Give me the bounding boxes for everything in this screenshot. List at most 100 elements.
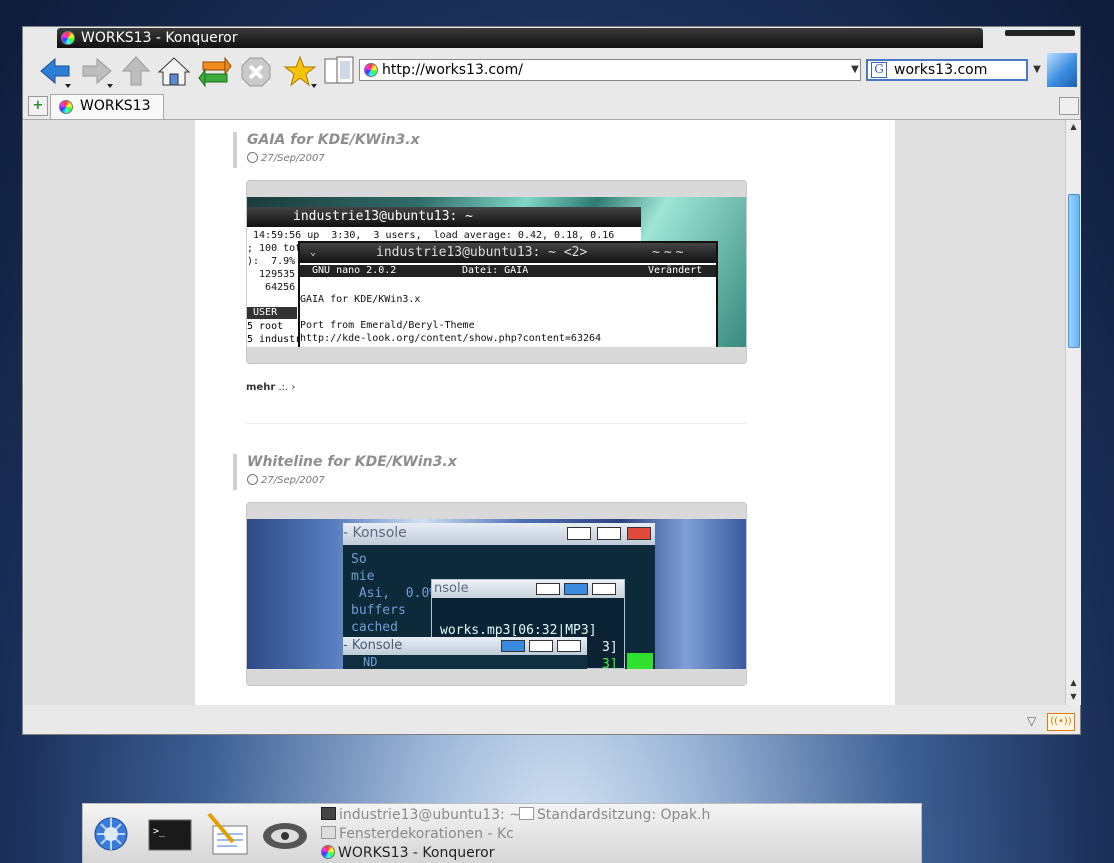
taskbar-item-active[interactable]: WORKS13 - Konqueror [321,845,495,861]
post-screenshot-frame: industrie13@ubuntu13: ~ 14:59:56 up 3:30… [246,180,747,364]
nano-version: GNU nano 2.0.2 [312,265,397,276]
taskbar-item-label: Standardsitzung: Opak.h [537,807,711,823]
term-line: 3] [602,657,618,669]
konsole-3-titlebar: - Konsole [343,637,587,655]
terminal-window-2: ⌄ industrie13@ubuntu13: ~ <2> ∼∼∼ GNU nano… [298,241,718,347]
url-text[interactable]: http://works13.com/ [382,60,523,80]
terminal-1-title: industrie13@ubuntu13: ~ [293,209,474,224]
post-title[interactable]: GAIA for KDE/KWin3.x [247,132,420,148]
scroll-up-icon[interactable]: ▲ [1066,676,1081,690]
term-line: 5 industr [247,334,302,345]
tab-bar: + WORKS13 [23,93,1080,120]
post-screenshot-frame: - Konsole So mie Asi, 0.0%st buffers cached… [246,502,747,686]
web-viewport: GAIA for KDE/KWin3.x 27/Sep/2007 industr… [24,120,1065,705]
forward-arrow-icon[interactable] [79,55,113,88]
term-user-col: USER [247,307,297,319]
post-date-text: 27/Sep/2007 [261,153,325,164]
filter-icon[interactable]: ▽ [1027,715,1041,727]
konqueror-window: WORKS13 - Konqueror http://works13.com/ … [22,26,1081,735]
post-screenshot[interactable]: - Konsole So mie Asi, 0.0%st buffers cached… [247,519,746,669]
terminal-icon[interactable]: >_ [147,810,195,858]
taskbar-item-label: WORKS13 - Konqueror [338,845,495,861]
nano-file: Datei: GAIA [462,265,529,276]
url-dropdown-icon[interactable]: ▼ [848,59,862,81]
nano-line: http://kde-look.org/content/show.php?con… [300,333,602,344]
settings-task-icon [321,826,336,839]
clock-icon [247,474,258,485]
post-screenshot[interactable]: industrie13@ubuntu13: ~ 14:59:56 up 3:30… [247,197,746,347]
read-more-link[interactable]: mehr .:. › [246,382,295,393]
terminal-task-icon [321,807,336,820]
status-bar: ▽ ((•)) [23,707,1080,734]
read-more-label[interactable]: mehr [246,382,275,393]
tab-works13[interactable]: WORKS13 [50,94,164,119]
site-favicon [364,63,378,77]
konsole-green-bar [627,653,653,669]
post-date: 27/Sep/2007 [247,152,325,164]
clock-icon [247,152,258,163]
scroll-up-icon[interactable]: ▲ [1066,120,1081,134]
term-line: 5 root [247,321,284,332]
search-input[interactable]: G works13.com [866,59,1028,81]
post-accent-bar [233,132,237,168]
terminal-1-titlebar: industrie13@ubuntu13: ~ [247,207,641,227]
tab-label: WORKS13 [80,98,151,114]
nano-line: GAIA for KDE/KWin3.x [300,294,421,305]
text-editor-icon[interactable] [203,810,251,858]
rss-feed-icon[interactable]: ((•)) [1047,713,1075,731]
bookmark-star-icon[interactable] [283,55,317,88]
home-icon[interactable] [157,55,191,87]
term-line: 3] [602,640,618,655]
konsole-2-titlebar: nsole [432,580,624,598]
page-content: GAIA for KDE/KWin3.x 27/Sep/2007 industr… [195,120,895,705]
post-accent-bar [233,454,237,490]
nano-line: Port from Emerald/Beryl-Theme [300,320,475,331]
sidebar-toggle-icon[interactable] [323,55,355,87]
taskbar-item[interactable]: Fensterdekorationen - Kc [321,826,514,842]
konsole-1-titlebar: - Konsole [343,523,655,545]
taskbar-item[interactable]: Standardsitzung: Opak.h [519,807,710,823]
kde-panel: >_ industrie13@ubuntu13: ~ Standardsitzu… [82,803,922,863]
search-dropdown-icon[interactable]: ▼ [1030,59,1044,81]
window-titlebar[interactable]: WORKS13 - Konqueror [57,28,983,48]
konqueror-icon [61,31,75,45]
post-divider [246,423,747,424]
post-date-text: 27/Sep/2007 [261,475,325,486]
window-title: WORKS13 - Konqueror [81,30,238,46]
kde-throbber-icon [1047,53,1077,87]
konsole-3-title: - Konsole [343,638,403,653]
main-toolbar: http://works13.com/ ▼ G works13.com ▼ [23,51,1080,91]
konsole-window-3: - Konsole ND [343,637,587,669]
reload-icon[interactable] [198,55,232,88]
read-more-suffix: .:. › [275,382,296,393]
taskbar-item-label: Fensterdekorationen - Kc [339,826,514,842]
terminal-2-title: industrie13@ubuntu13: ~ <2> [376,245,588,260]
close-tab-icon[interactable] [1059,97,1079,115]
scroll-down-icon[interactable]: ▼ [1066,690,1081,704]
post-title[interactable]: Whiteline for KDE/KWin3.x [247,454,457,470]
editor-task-icon [519,807,534,820]
search-text[interactable]: works13.com [894,61,987,79]
vertical-scrollbar[interactable]: ▲ ▲ ▼ [1065,120,1081,705]
konsole-1-title: - Konsole [343,525,407,541]
post-date: 27/Sep/2007 [247,474,325,486]
kde-menu-icon[interactable] [87,810,135,858]
search-engine-icon[interactable]: G [871,62,887,78]
stop-icon[interactable] [239,55,273,87]
window-controls[interactable] [1005,30,1075,36]
new-tab-icon[interactable]: + [28,96,48,116]
taskbar-item[interactable]: industrie13@ubuntu13: ~ [321,807,521,823]
up-arrow-icon[interactable] [119,55,153,87]
taskbar-item-label: industrie13@ubuntu13: ~ [339,807,521,823]
konsole-2-title: nsole [434,581,469,596]
konqueror-task-icon [321,845,335,859]
terminal-2-titlebar: ⌄ industrie13@ubuntu13: ~ <2> ∼∼∼ [300,243,716,263]
svg-text:>_: >_ [153,826,166,837]
nano-status: Verändert [648,265,703,276]
url-bar[interactable]: http://works13.com/ [359,59,861,81]
kontact-icon[interactable] [261,810,309,858]
nano-header: GNU nano 2.0.2 Datei: GAIA Verändert [300,265,716,277]
back-arrow-icon[interactable] [37,55,71,88]
scrollbar-thumb[interactable] [1068,194,1080,348]
term-line: ND [363,655,378,669]
